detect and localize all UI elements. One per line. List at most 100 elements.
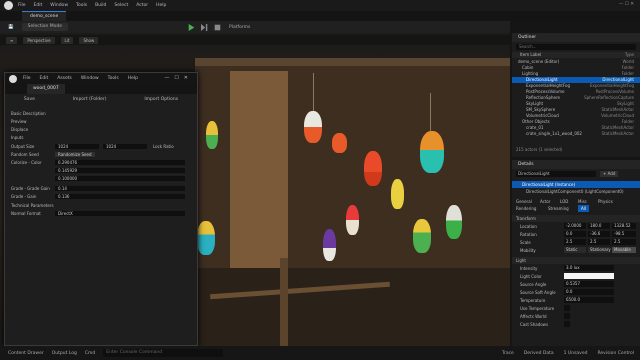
location-x[interactable]: -2.0000 [564,223,586,229]
filter-all[interactable]: All [578,205,589,212]
stop-icon[interactable] [214,24,221,31]
component-child[interactable]: DirectionalLightComponent0 (LightCompone… [512,188,640,195]
source-soft-angle-field[interactable]: 0.0 [564,289,614,295]
menu-window[interactable]: Window [50,3,68,8]
add-component-button[interactable]: + Add [600,171,619,177]
grade-gain-slider[interactable]: 0.14 [55,186,185,191]
filter-actor[interactable]: Actor [540,198,551,205]
section-transform[interactable]: Transform [512,215,640,222]
temperature-field[interactable]: 6500.0 [564,297,614,303]
scale-y[interactable]: 2.5 [588,239,610,245]
dock-post [280,258,288,346]
normal-format-dropdown[interactable]: DirectX [55,211,185,216]
component-root[interactable]: DirectionalLight (Instance) [512,181,640,188]
import-folder-button[interactable]: Import (Folder) [73,97,107,102]
menu-select[interactable]: Select [114,3,128,8]
import-options-button[interactable]: Import Options [144,97,178,102]
section-technical-parameters[interactable]: Technical Parameters [5,203,197,209]
dialog-menu-tools[interactable]: Tools [108,76,119,81]
outliner-row[interactable]: crate_single_1x1_wood_002 StaticMeshActor [512,131,640,137]
mobility-movable[interactable]: Movable [612,247,636,253]
buoy-yellow-teal [197,221,215,255]
dialog-save-button[interactable]: Save [24,97,35,102]
trace-button[interactable]: Trace [502,351,514,356]
dialog-menu-edit[interactable]: Edit [40,76,49,81]
color-b-field[interactable]: 0.100000 [55,176,185,181]
rotation-y[interactable]: -36.6 [588,231,610,237]
use-temperature-row: Use Temperature [512,305,640,312]
filter-rendering[interactable]: Rendering [516,205,536,212]
level-tab[interactable]: demo_scene [22,11,67,21]
details-filter-tabs: General Actor LOD Misc Physics [512,198,640,205]
dialog-menu-assets[interactable]: Assets [57,76,72,81]
use-temperature-checkbox[interactable] [564,305,570,311]
section-inputs[interactable]: Inputs [5,135,197,141]
filter-physics[interactable]: Physics [598,198,613,205]
filter-general[interactable]: General [516,198,532,205]
perspective-button[interactable]: Perspective [23,36,55,44]
save-icon[interactable]: 💾 [8,25,14,30]
output-size-y-dropdown[interactable]: 1024 [103,144,147,149]
menu-file[interactable]: File [18,3,26,8]
menu-edit[interactable]: Edit [34,3,43,8]
menu-build[interactable]: Build [95,3,106,8]
play-icon[interactable] [188,23,195,31]
cast-shadows-checkbox[interactable] [564,321,570,327]
skip-icon[interactable] [201,23,208,31]
dialog-menu-help[interactable]: Help [128,76,138,81]
colorize-color-row: Colorize - Color 0.290476 [5,160,197,166]
output-log-button[interactable]: Output Log [52,351,77,356]
outliner-search-input[interactable]: Search... [516,44,636,50]
details-filter-tabs-2: Rendering Streaming All [512,205,640,212]
dialog-asset-tab[interactable]: wood_0007 [27,84,65,94]
revision-control-button[interactable]: Revision Control [597,351,634,356]
outliner-header: Item Label Type [512,52,640,58]
window-controls[interactable]: — ☐ ✕ [619,2,634,7]
dialog-window-controls[interactable]: —☐✕ [164,75,193,81]
section-displace[interactable]: Displace [5,127,197,133]
section-light[interactable]: Light [512,257,640,264]
actor-name-field[interactable]: DirectionalLight [516,171,596,177]
scale-x[interactable]: 2.5 [564,239,586,245]
intensity-field[interactable]: 3.0 lux [564,265,614,271]
menu-tools[interactable]: Tools [76,3,87,8]
output-size-x-dropdown[interactable]: 1024 [55,144,99,149]
derived-data-button[interactable]: Derived Data [524,351,554,356]
randomize-seed-button[interactable]: Randomize Seed [55,152,95,157]
lock-ratio-checkbox[interactable]: Lock Ratio [153,144,174,149]
console-input[interactable]: Enter Console Command [103,349,224,357]
unreal-logo-icon [9,74,17,83]
filter-misc[interactable]: Misc [578,198,587,205]
scale-z[interactable]: 2.5 [612,239,636,245]
color-g-field[interactable]: 0.145929 [55,168,185,173]
section-preview[interactable]: Preview [5,119,197,125]
gain-slider[interactable]: 0.136 [55,194,185,199]
location-y[interactable]: 180.0 [588,223,610,229]
content-drawer-button[interactable]: Content Drawer [8,351,44,356]
rotation-z[interactable]: -98.5 [612,231,636,237]
buoy-yellow [391,179,404,209]
viewport-menu-icon[interactable]: ≡ [6,36,18,44]
rotation-x[interactable]: 0.0 [564,231,586,237]
dialog-button-row: Save Import (Folder) Import Options [5,94,197,104]
filter-lod[interactable]: LOD [560,198,568,205]
menu-help[interactable]: Help [156,3,166,8]
mobility-static[interactable]: Static [564,247,586,253]
section-basic-description[interactable]: Basic Description [5,111,197,117]
show-button[interactable]: Show [79,36,99,44]
location-z[interactable]: 1328.52 [612,223,636,229]
unsaved-button[interactable]: 1 Unsaved [564,351,588,356]
light-color-swatch[interactable] [564,273,614,279]
selection-mode-dropdown[interactable]: Selection Mode [21,23,69,31]
affects-world-checkbox[interactable] [564,313,570,319]
lit-button[interactable]: Lit [60,36,74,44]
menu-actor[interactable]: Actor [136,3,148,8]
platforms-button[interactable]: Platforms [229,25,250,30]
dialog-menu-window[interactable]: Window [81,76,99,81]
color-r-field[interactable]: 0.290476 [55,160,185,165]
mobility-stationary[interactable]: Stationary [588,247,611,253]
cmd-dropdown[interactable]: Cmd [85,351,95,356]
source-angle-field[interactable]: 0.5357 [564,281,614,287]
filter-streaming[interactable]: Streaming [548,205,569,212]
dialog-menu-file[interactable]: File [23,76,31,81]
